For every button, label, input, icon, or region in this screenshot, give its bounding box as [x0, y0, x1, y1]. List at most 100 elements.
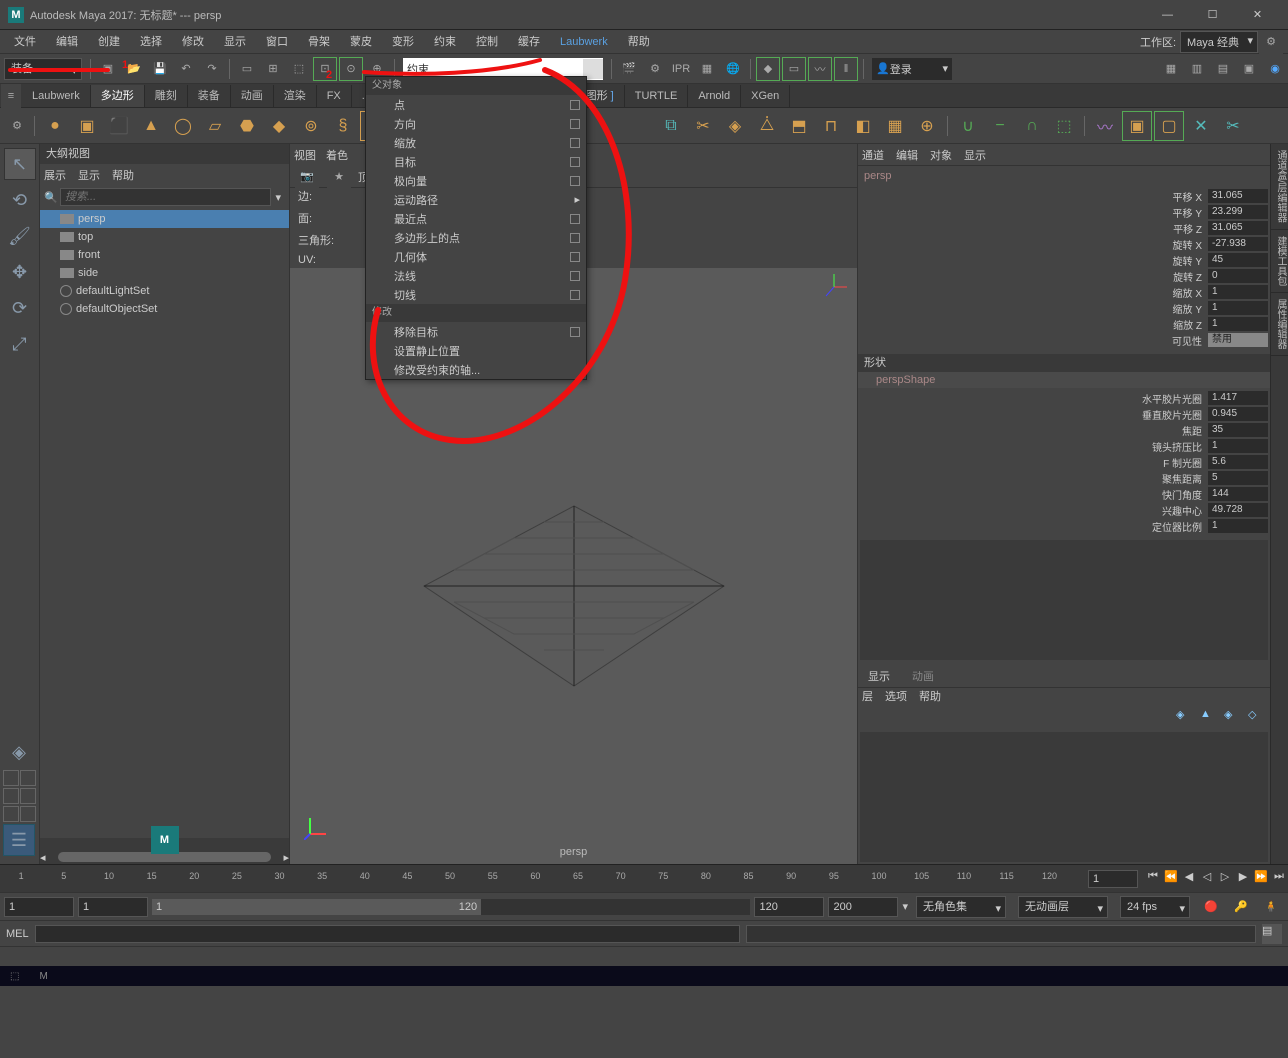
anim-pause-icon[interactable]: ‖: [834, 57, 858, 81]
sidetab-toolkit[interactable]: 建模工具包: [1271, 230, 1288, 293]
attr-row[interactable]: 垂直胶片光圈0.945: [858, 406, 1270, 422]
bool-diff-icon[interactable]: −: [985, 111, 1015, 141]
prefs-icon[interactable]: 🧍: [1259, 895, 1283, 919]
attr-row[interactable]: 水平胶片光圈1.417: [858, 390, 1270, 406]
open-icon[interactable]: 📂: [122, 57, 146, 81]
play-fwd-icon[interactable]: ▷: [1216, 870, 1234, 888]
character-set-combo[interactable]: 无角色集: [916, 896, 1006, 918]
dropdown-options-checkbox[interactable]: [570, 233, 580, 243]
snap-grid-icon[interactable]: ⊡: [313, 57, 337, 81]
channelbox-node-name[interactable]: persp: [858, 166, 1270, 186]
outliner-item-front[interactable]: front: [40, 246, 289, 264]
dropdown-options-checkbox[interactable]: [570, 271, 580, 281]
time-slider[interactable]: 1510152025303540455055606570758085909510…: [0, 864, 1288, 892]
range-start-inner[interactable]: [78, 897, 148, 917]
menu-modify[interactable]: 修改: [172, 31, 214, 53]
menu-select[interactable]: 选择: [130, 31, 172, 53]
autokey-icon[interactable]: 🔴: [1199, 895, 1223, 919]
range-arrow-icon[interactable]: ▾: [902, 900, 908, 913]
layer-menu-options[interactable]: 选项: [885, 688, 907, 708]
cut-tool-icon[interactable]: ✕: [1186, 111, 1216, 141]
shelf-tab-arnold[interactable]: Arnold: [688, 85, 741, 107]
goto-end-icon[interactable]: ⏭: [1270, 870, 1288, 888]
dropdown-item[interactable]: 极向量: [366, 171, 586, 190]
dropdown-item[interactable]: 移除目标: [366, 322, 586, 341]
shelf-tab-laubwerk[interactable]: Laubwerk: [22, 85, 91, 107]
rotate-tool-icon[interactable]: ⟳: [4, 292, 36, 324]
render-globe-icon[interactable]: 🌐: [721, 57, 745, 81]
scale-tool-icon[interactable]: ⤢: [4, 328, 36, 360]
dropdown-item[interactable]: 法线: [366, 266, 586, 285]
layout-icon-5[interactable]: ◉: [1263, 57, 1287, 81]
poly-platonic-icon[interactable]: ◆: [264, 111, 294, 141]
dropdown-options-checkbox[interactable]: [570, 157, 580, 167]
dropdown-options-checkbox[interactable]: [570, 327, 580, 337]
poly-torus-icon[interactable]: ◯: [168, 111, 198, 141]
attr-row[interactable]: 缩放 Y1: [858, 300, 1270, 316]
ipr-icon[interactable]: IPR: [669, 57, 693, 81]
attr-value[interactable]: 144: [1208, 487, 1268, 501]
dropdown-item[interactable]: 修改受约束的轴...: [366, 360, 586, 379]
range-start-outer[interactable]: [4, 897, 74, 917]
attr-value[interactable]: 31.065: [1208, 189, 1268, 203]
menu-edit[interactable]: 编辑: [46, 31, 88, 53]
dropdown-options-checkbox[interactable]: [570, 252, 580, 262]
attr-row[interactable]: 兴趣中心49.728: [858, 502, 1270, 518]
anim-key-icon[interactable]: ◆: [756, 57, 780, 81]
viewport-menu-shade[interactable]: 着色: [326, 147, 348, 163]
layout-single-icon[interactable]: [3, 770, 19, 786]
select-mode-icon[interactable]: ▭: [235, 57, 259, 81]
range-bar[interactable]: 1120: [152, 899, 750, 915]
select-hierarchy-icon[interactable]: ⊞: [261, 57, 285, 81]
layer-menu-layer[interactable]: 层: [862, 688, 873, 708]
curve-tool-icon[interactable]: 〰: [1090, 111, 1120, 141]
bool-union-icon[interactable]: ∪: [953, 111, 983, 141]
outliner-menu-help[interactable]: 帮助: [112, 167, 134, 183]
poly-fill-icon[interactable]: ▦: [880, 111, 910, 141]
menu-constrain[interactable]: 约束: [424, 31, 466, 53]
dropdown-item[interactable]: 几何体: [366, 247, 586, 266]
goto-start-icon[interactable]: ⏮: [1144, 870, 1162, 888]
poly-disc-icon[interactable]: ⬣: [232, 111, 262, 141]
dropdown-item[interactable]: 方向: [366, 114, 586, 133]
attr-row[interactable]: 快门角度144: [858, 486, 1270, 502]
paint-select-icon[interactable]: 🖌: [4, 220, 36, 252]
outliner-item-top[interactable]: top: [40, 228, 289, 246]
menu-window[interactable]: 窗口: [256, 31, 298, 53]
attr-value[interactable]: 1: [1208, 317, 1268, 331]
poly-cone-icon[interactable]: ▲: [136, 111, 166, 141]
dropdown-item[interactable]: 运动路径▸: [366, 190, 586, 209]
attr-value[interactable]: 49.728: [1208, 503, 1268, 517]
poly-smooth-icon[interactable]: ◈: [720, 111, 750, 141]
step-fwd-key-icon[interactable]: ⏩: [1252, 870, 1270, 888]
ch-tab-display[interactable]: 显示: [964, 147, 986, 163]
bool-tool-icon[interactable]: ⬚: [1049, 111, 1079, 141]
sidetab-channelbox[interactable]: 通道盒/层编辑器: [1271, 144, 1288, 230]
dtab-display[interactable]: 显示: [862, 666, 896, 687]
outliner-search-input[interactable]: [60, 188, 271, 206]
dropdown-options-checkbox[interactable]: [570, 214, 580, 224]
new-icon[interactable]: ▣: [96, 57, 120, 81]
dtab-anim[interactable]: 动画: [906, 666, 940, 687]
outliner-item-objectset[interactable]: defaultObjectSet: [40, 300, 289, 318]
shelf-tab-poly[interactable]: 多边形: [91, 85, 145, 107]
select-component-icon[interactable]: ⬚: [287, 57, 311, 81]
attr-row[interactable]: 可见性禁用: [858, 332, 1270, 348]
shelf-menu-icon[interactable]: ≡: [1, 84, 21, 108]
shelf-tab-anim[interactable]: 动画: [231, 85, 274, 107]
menu-control[interactable]: 控制: [466, 31, 508, 53]
layout-icon-1[interactable]: ▦: [1159, 57, 1183, 81]
snap-curve-icon[interactable]: ⊙: [339, 57, 363, 81]
attr-value[interactable]: 23.299: [1208, 205, 1268, 219]
poly-cube-icon[interactable]: ▣: [72, 111, 102, 141]
anim-range-icon[interactable]: ▭: [782, 57, 806, 81]
workspace-combo[interactable]: Maya 经典: [1180, 31, 1258, 53]
poly-mirror-icon[interactable]: ⧊: [752, 111, 782, 141]
chevron-down-icon[interactable]: ▾: [271, 191, 285, 204]
attr-value[interactable]: 1: [1208, 439, 1268, 453]
attr-row[interactable]: 平移 Z31.065: [858, 220, 1270, 236]
range-end-outer[interactable]: [828, 897, 898, 917]
shelf-tab-fx[interactable]: FX: [317, 85, 352, 107]
attr-value[interactable]: 1: [1208, 519, 1268, 533]
vp-bookmark-icon[interactable]: ★: [327, 165, 351, 189]
